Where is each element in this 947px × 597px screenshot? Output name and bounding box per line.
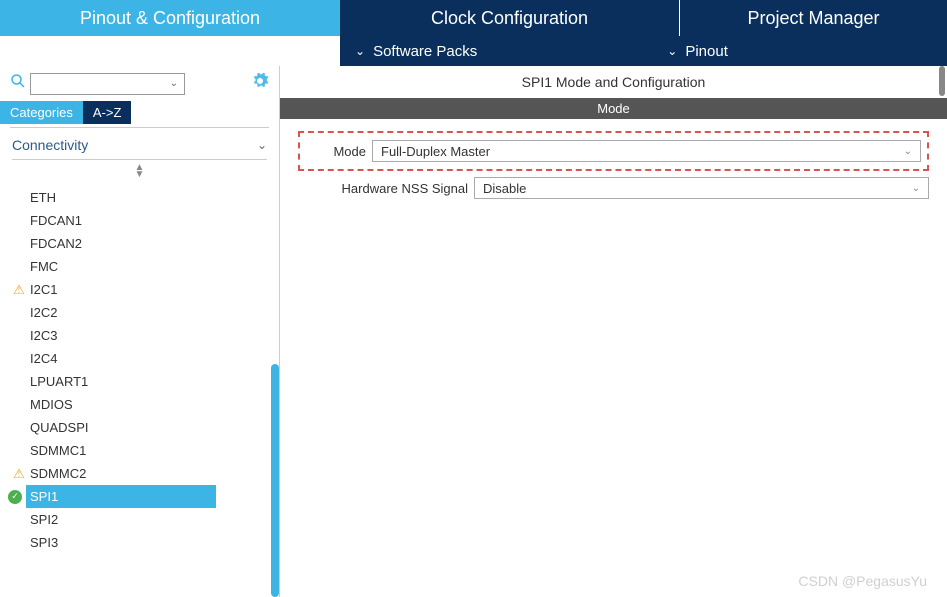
gear-icon[interactable] [251, 72, 269, 95]
tree-item-spi1[interactable]: ✓SPI1 [26, 485, 216, 508]
tab-pinout-config[interactable]: Pinout & Configuration [0, 0, 340, 36]
tree-item-label: FDCAN2 [30, 236, 82, 251]
nss-select[interactable]: Disable ⌄ [474, 177, 929, 199]
tree-item-mdios[interactable]: MDIOS [30, 393, 279, 416]
tree-item-i2c1[interactable]: ⚠I2C1 [30, 278, 279, 301]
software-packs-label: Software Packs [373, 43, 477, 60]
tree-item-spi2[interactable]: SPI2 [30, 508, 279, 531]
tree-item-i2c2[interactable]: I2C2 [30, 301, 279, 324]
tree-item-label: MDIOS [30, 397, 73, 412]
nss-label: Hardware NSS Signal [298, 181, 468, 196]
warning-icon: ⚠ [12, 467, 26, 481]
tree-item-label: I2C4 [30, 351, 57, 366]
chevron-down-icon: ⌄ [355, 44, 365, 58]
content-scrollbar[interactable] [939, 66, 945, 96]
chevron-down-icon: ⌄ [170, 78, 178, 89]
tree-item-fmc[interactable]: FMC [30, 255, 279, 278]
tree-item-lpuart1[interactable]: LPUART1 [30, 370, 279, 393]
tree-item-label: I2C3 [30, 328, 57, 343]
sub-toolbar: ⌄ Software Packs ⌄ Pinout [340, 36, 947, 66]
mode-highlight-box: Mode Full-Duplex Master ⌄ [298, 131, 929, 171]
sort-arrows-icon: ▲▼ [135, 164, 145, 178]
pinout-menu-label: Pinout [685, 43, 728, 60]
pinout-menu[interactable]: ⌄ Pinout [652, 36, 743, 66]
tree-item-spi3[interactable]: SPI3 [30, 531, 279, 554]
tree-item-label: LPUART1 [30, 374, 88, 389]
mode-select-value: Full-Duplex Master [381, 144, 490, 159]
config-panel: SPI1 Mode and Configuration Mode Mode Fu… [280, 66, 947, 597]
tree-item-sdmmc1[interactable]: SDMMC1 [30, 439, 279, 462]
sidebar: ⌄ Categories A->Z Connectivity ⌄ ▲▼ ETH F… [0, 66, 280, 597]
search-input[interactable]: ⌄ [30, 73, 185, 95]
tree-item-label: SPI2 [30, 512, 58, 527]
tree-item-label: FDCAN1 [30, 213, 82, 228]
mode-select[interactable]: Full-Duplex Master ⌄ [372, 140, 921, 162]
search-icon[interactable] [10, 73, 26, 94]
category-label: Connectivity [12, 137, 88, 153]
panel-title: SPI1 Mode and Configuration [280, 66, 947, 98]
chevron-down-icon: ⌄ [912, 183, 920, 194]
tree-item-quadspi[interactable]: QUADSPI [30, 416, 279, 439]
tree-item-label: I2C1 [30, 282, 57, 297]
tree-item-fdcan2[interactable]: FDCAN2 [30, 232, 279, 255]
tree-item-i2c4[interactable]: I2C4 [30, 347, 279, 370]
filter-az-tab[interactable]: A->Z [83, 101, 132, 124]
sort-toggle[interactable]: ▲▼ [0, 160, 279, 186]
filter-categories-tab[interactable]: Categories [0, 101, 83, 124]
tree-item-i2c3[interactable]: I2C3 [30, 324, 279, 347]
tree-item-label: SDMMC1 [30, 443, 86, 458]
tab-project-manager[interactable]: Project Manager [680, 0, 947, 36]
tree-item-fdcan1[interactable]: FDCAN1 [30, 209, 279, 232]
tree-item-label: QUADSPI [30, 420, 89, 435]
software-packs-menu[interactable]: ⌄ Software Packs [340, 36, 492, 66]
tree-item-label: ETH [30, 190, 56, 205]
chevron-down-icon: ⌄ [904, 146, 912, 157]
tab-clock-config[interactable]: Clock Configuration [340, 0, 680, 36]
sidebar-scrollbar[interactable] [271, 364, 279, 597]
tree-item-eth[interactable]: ETH [30, 186, 279, 209]
tree-item-label: SPI1 [30, 489, 58, 504]
tree-item-label: SPI3 [30, 535, 58, 550]
peripheral-tree: ETHFDCAN1FDCAN2FMC⚠I2C1I2C2I2C3I2C4LPUAR… [0, 186, 279, 554]
top-tabs: Pinout & Configuration Clock Configurati… [0, 0, 947, 36]
mode-label: Mode [306, 144, 366, 159]
category-connectivity[interactable]: Connectivity ⌄ [0, 131, 279, 159]
tree-item-label: SDMMC2 [30, 466, 86, 481]
tree-item-label: FMC [30, 259, 58, 274]
nss-select-value: Disable [483, 181, 526, 196]
warning-icon: ⚠ [12, 283, 26, 297]
tree-item-sdmmc2[interactable]: ⚠SDMMC2 [30, 462, 279, 485]
mode-section-header: Mode [280, 98, 947, 119]
tree-item-label: I2C2 [30, 305, 57, 320]
check-icon: ✓ [8, 490, 22, 504]
chevron-down-icon: ⌄ [667, 44, 677, 58]
chevron-down-icon: ⌄ [257, 138, 267, 152]
